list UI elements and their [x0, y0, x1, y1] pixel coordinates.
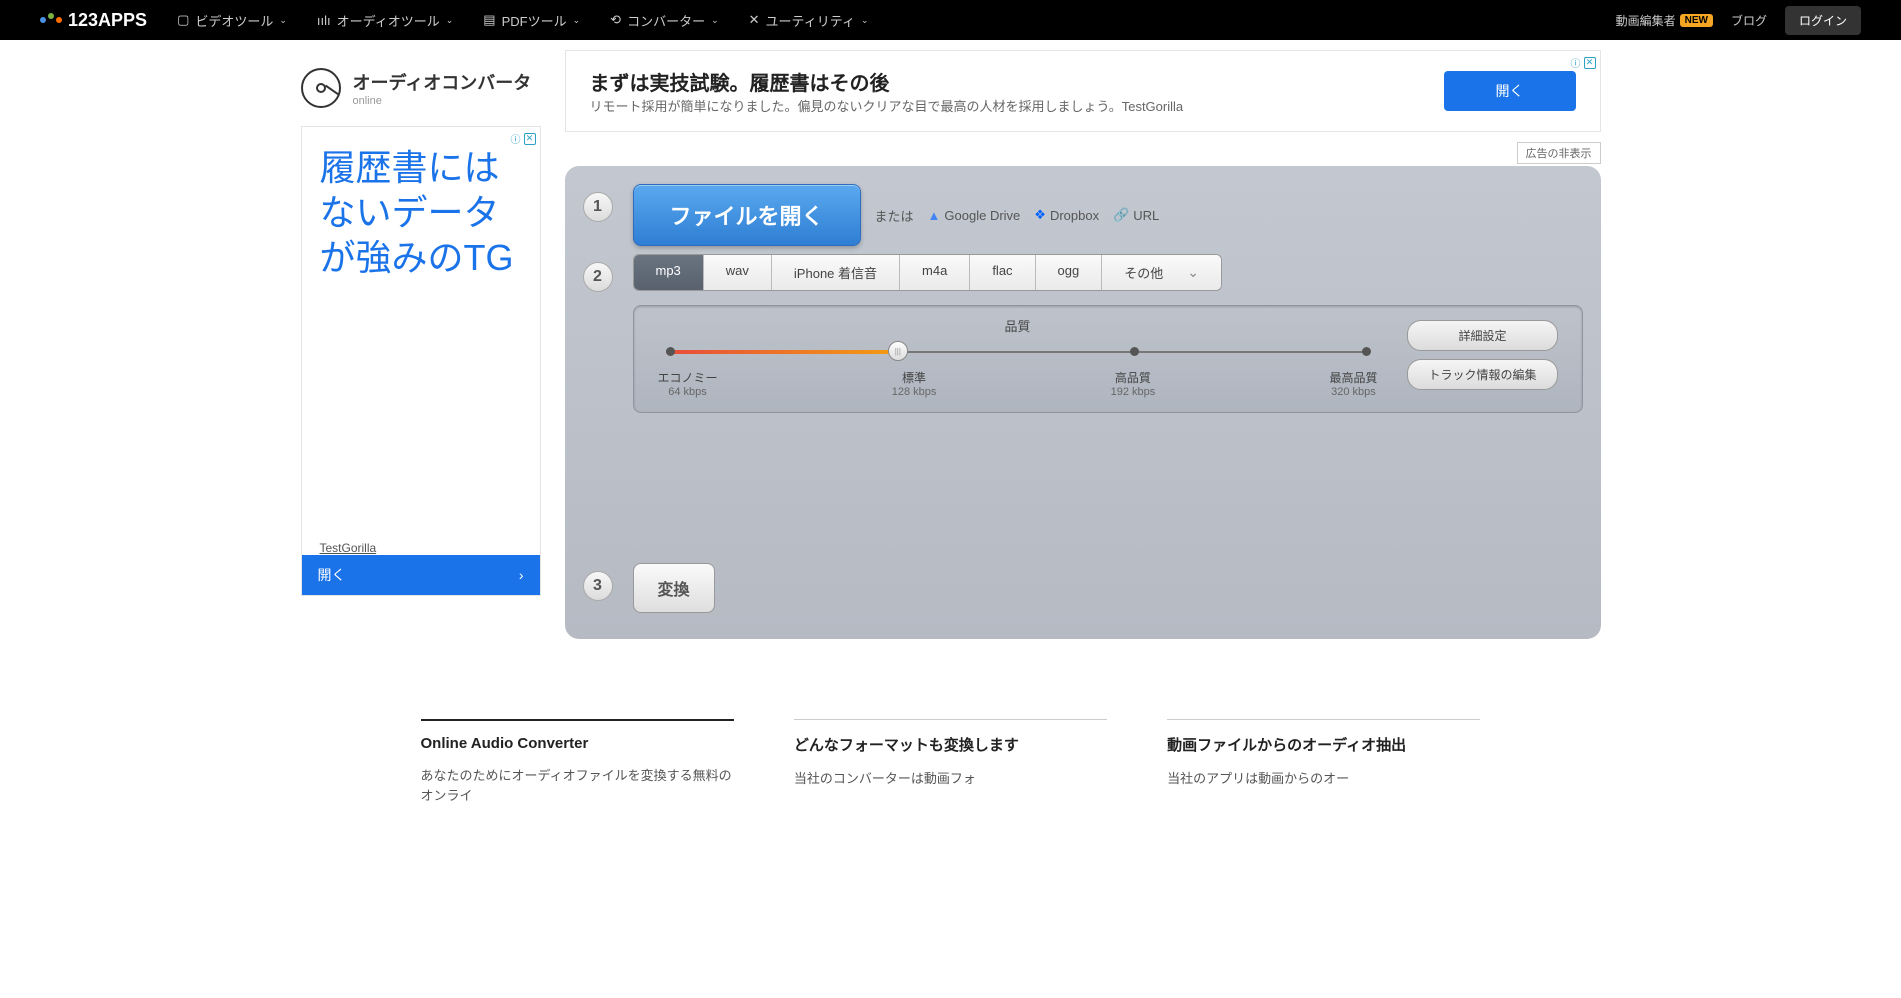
step-1-number: 1: [583, 192, 613, 222]
advanced-settings-button[interactable]: 詳細設定: [1407, 320, 1557, 351]
quality-slider[interactable]: |||: [666, 347, 1370, 357]
format-tab-ogg[interactable]: ogg: [1036, 255, 1103, 290]
info-title-1: Online Audio Converter: [421, 735, 734, 752]
dropbox-icon: ❖: [1034, 207, 1046, 223]
nav-pdf-tools[interactable]: ▤ PDFツール ⌄: [483, 11, 580, 30]
ad-top: ⓘ ✕ まずは実技試験。履歴書はその後 リモート採用が簡単になりました。偏見のな…: [565, 50, 1601, 132]
brand-record-icon: [301, 68, 341, 108]
video-editor-link[interactable]: 動画編集者 NEW: [1616, 12, 1713, 29]
blog-link[interactable]: ブログ: [1731, 12, 1767, 29]
format-tab-iphone[interactable]: iPhone 着信音: [772, 255, 900, 290]
step-3-number: 3: [583, 571, 613, 601]
ad-close-icon[interactable]: ✕: [524, 133, 536, 145]
quality-handle[interactable]: |||: [888, 341, 908, 361]
ad-info-icon[interactable]: ⓘ: [1571, 55, 1581, 70]
ad-side-text: 履歴書にはないデータが強みのTG: [320, 145, 522, 541]
step-1-row: 1 ファイルを開く または ▲ Google Drive ❖ Dropbox 🔗…: [583, 184, 1583, 246]
dropbox-link[interactable]: ❖ Dropbox: [1034, 207, 1099, 223]
info-section: Online Audio Converter あなたのためにオーディオファイルを…: [401, 719, 1501, 845]
format-tabs: mp3 wav iPhone 着信音 m4a flac ogg その他: [633, 254, 1223, 291]
logo-text: 123APPS: [68, 10, 147, 31]
quality-step-standard: 標準128 kbps: [892, 369, 937, 398]
ad-top-open-button[interactable]: 開く: [1444, 71, 1576, 111]
chevron-down-icon: ⌄: [279, 15, 287, 26]
info-col-2: どんなフォーマットも変換します 当社のコンバーターは動画フォ: [794, 719, 1107, 805]
chevron-down-icon: ⌄: [711, 15, 719, 26]
nav-utility[interactable]: ✕ ユーティリティ ⌄: [749, 11, 869, 30]
nav-converter[interactable]: ⟲ コンバーター ⌄: [610, 11, 718, 30]
topnav-right: 動画編集者 NEW ブログ ログイン: [1616, 6, 1861, 35]
ad-top-desc: リモート採用が簡単になりました。偏見のないクリアな目で最高の人材を採用しましょう…: [590, 96, 1444, 115]
quality-step-economy: エコノミー64 kbps: [658, 369, 718, 398]
ad-marker: ⓘ ✕: [511, 131, 536, 146]
quality-step-high: 高品質192 kbps: [1111, 369, 1156, 398]
nav-video-tools[interactable]: ▢ ビデオツール ⌄: [177, 11, 287, 30]
open-file-button[interactable]: ファイルを開く: [633, 184, 861, 246]
ad-hide-link[interactable]: 広告の非表示: [1517, 142, 1601, 164]
page-title: オーディオコンバータ: [353, 69, 532, 95]
info-col-1: Online Audio Converter あなたのためにオーディオファイルを…: [421, 719, 734, 805]
format-tab-flac[interactable]: flac: [970, 255, 1035, 290]
quality-steps: エコノミー64 kbps 標準128 kbps 高品質192 kbps 最高品質…: [658, 369, 1378, 398]
pdf-icon: ▤: [483, 12, 495, 28]
step-3-row: 3 変換: [583, 563, 1583, 613]
new-badge: NEW: [1680, 14, 1713, 27]
chevron-right-icon: ›: [519, 567, 524, 583]
logo[interactable]: 123APPS: [40, 10, 147, 31]
ad-side-brand[interactable]: TestGorilla: [320, 541, 522, 555]
ad-sidebar: ⓘ ✕ 履歴書にはないデータが強みのTG TestGorilla 開く ›: [301, 126, 541, 596]
info-col-3: 動画ファイルからのオーディオ抽出 当社のアプリは動画からのオー: [1167, 719, 1480, 805]
format-tab-wav[interactable]: wav: [704, 255, 772, 290]
topnav-left: 123APPS ▢ ビデオツール ⌄ ıılı オーディオツール ⌄ ▤ PDF…: [40, 10, 869, 31]
format-tab-mp3[interactable]: mp3: [634, 255, 704, 290]
converter-panel: 1 ファイルを開く または ▲ Google Drive ❖ Dropbox 🔗…: [565, 166, 1601, 639]
url-link[interactable]: 🔗 URL: [1113, 207, 1159, 223]
info-title-3: 動画ファイルからのオーディオ抽出: [1167, 734, 1480, 755]
info-title-2: どんなフォーマットも変換します: [794, 734, 1107, 755]
quality-dot-3: [1130, 347, 1139, 356]
ad-info-icon[interactable]: ⓘ: [511, 131, 521, 146]
format-tab-m4a[interactable]: m4a: [900, 255, 970, 290]
quality-label: 品質: [658, 316, 1378, 335]
utility-icon: ✕: [749, 12, 760, 28]
google-drive-link[interactable]: ▲ Google Drive: [928, 208, 1021, 223]
format-tab-other[interactable]: その他: [1102, 255, 1221, 290]
quality-dot-1: [666, 347, 675, 356]
ad-top-title: まずは実技試験。履歴書はその後: [590, 67, 1444, 96]
ad-side-open-button[interactable]: 開く ›: [302, 555, 540, 595]
login-button[interactable]: ログイン: [1785, 6, 1861, 35]
or-text: または: [875, 206, 914, 225]
chevron-down-icon: ⌄: [446, 15, 454, 26]
logo-dots-icon: [40, 17, 62, 23]
google-drive-icon: ▲: [928, 208, 941, 223]
step-2-row: 2 mp3 wav iPhone 着信音 m4a flac ogg その他 品質: [583, 254, 1583, 413]
quality-dot-4: [1362, 347, 1371, 356]
ad-marker: ⓘ ✕: [1571, 55, 1596, 70]
quality-box: 品質 |||: [633, 305, 1583, 413]
quality-step-best: 最高品質320 kbps: [1329, 369, 1377, 398]
video-icon: ▢: [177, 12, 189, 28]
page-subtitle: online: [353, 95, 532, 107]
link-icon: 🔗: [1113, 207, 1129, 223]
step-2-number: 2: [583, 262, 613, 292]
audio-icon: ıılı: [317, 13, 331, 28]
nav-audio-tools[interactable]: ıılı オーディオツール ⌄: [317, 11, 453, 30]
ad-close-icon[interactable]: ✕: [1584, 57, 1596, 69]
track-info-button[interactable]: トラック情報の編集: [1407, 359, 1557, 390]
info-text-1: あなたのためにオーディオファイルを変換する無料のオンライ: [421, 766, 734, 805]
converter-icon: ⟲: [610, 12, 621, 28]
brand-box: オーディオコンバータ online: [301, 50, 541, 126]
convert-button[interactable]: 変換: [633, 563, 715, 613]
topnav: 123APPS ▢ ビデオツール ⌄ ıılı オーディオツール ⌄ ▤ PDF…: [0, 0, 1901, 40]
info-text-2: 当社のコンバーターは動画フォ: [794, 769, 1107, 789]
info-text-3: 当社のアプリは動画からのオー: [1167, 769, 1480, 789]
chevron-down-icon: ⌄: [573, 15, 581, 26]
chevron-down-icon: ⌄: [861, 15, 869, 26]
